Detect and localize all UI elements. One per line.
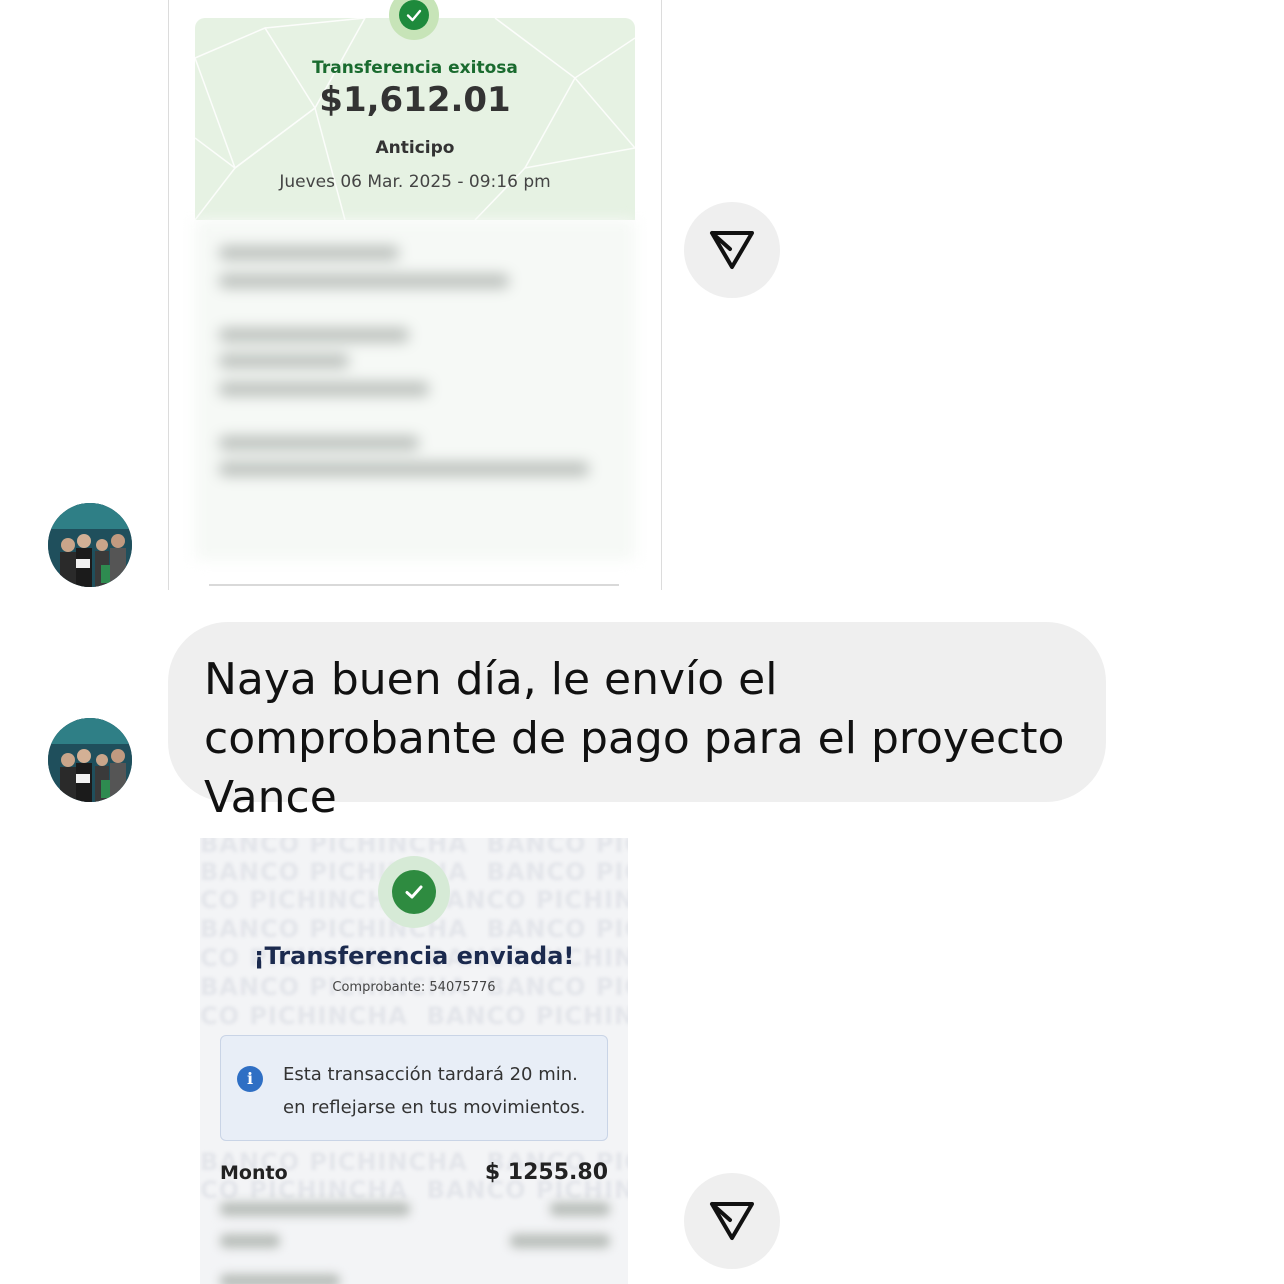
share-button[interactable] [684,202,780,298]
transfer-concept: Anticipo [375,138,455,158]
blurred-receipt-details [195,220,635,560]
blurred-receipt-details [210,1188,620,1284]
paper-plane-icon [710,1202,754,1240]
message-bubble[interactable]: Naya buen día, le envío el comprobante d… [168,622,1106,823]
message-text: Naya buen día, le envío el comprobante d… [204,654,1065,823]
transfer-datetime: Jueves 06 Mar. 2025 - 09:16 pm [279,172,551,192]
watermark: BANCO PICHINCHA BANCO PICHINCHA [200,1002,628,1030]
check-icon [392,870,436,914]
info-text: Esta transacción tardará 20 min. en refl… [283,1064,586,1118]
transfer-status: Transferencia exitosa [312,58,518,78]
info-notice: i Esta transacción tardará 20 min. en re… [220,1035,608,1141]
paper-plane-icon [710,231,754,269]
avatar[interactable] [48,718,132,802]
watermark: BANCO PICHINCHA BANCO PICHINCHA [200,838,628,858]
amount-value: $ 1255.80 [484,1160,608,1185]
info-icon: i [237,1066,263,1092]
transfer-title: ¡Transferencia enviada! [253,942,575,970]
avatar[interactable] [48,503,132,587]
receipt-bottom-divider [209,584,619,586]
check-icon [399,0,429,30]
receipt-image-pichincha[interactable]: BANCO PICHINCHA BANCO PICHINCHA BANCO PI… [200,838,628,1284]
receipt-reference: Comprobante: 54075776 [332,980,496,995]
transfer-amount: $1,612.01 [319,80,511,120]
receipt-image-green[interactable]: Transferencia exitosa $1,612.01 Anticipo… [168,0,662,590]
share-button[interactable] [684,1173,780,1269]
amount-label: Monto [220,1162,288,1184]
